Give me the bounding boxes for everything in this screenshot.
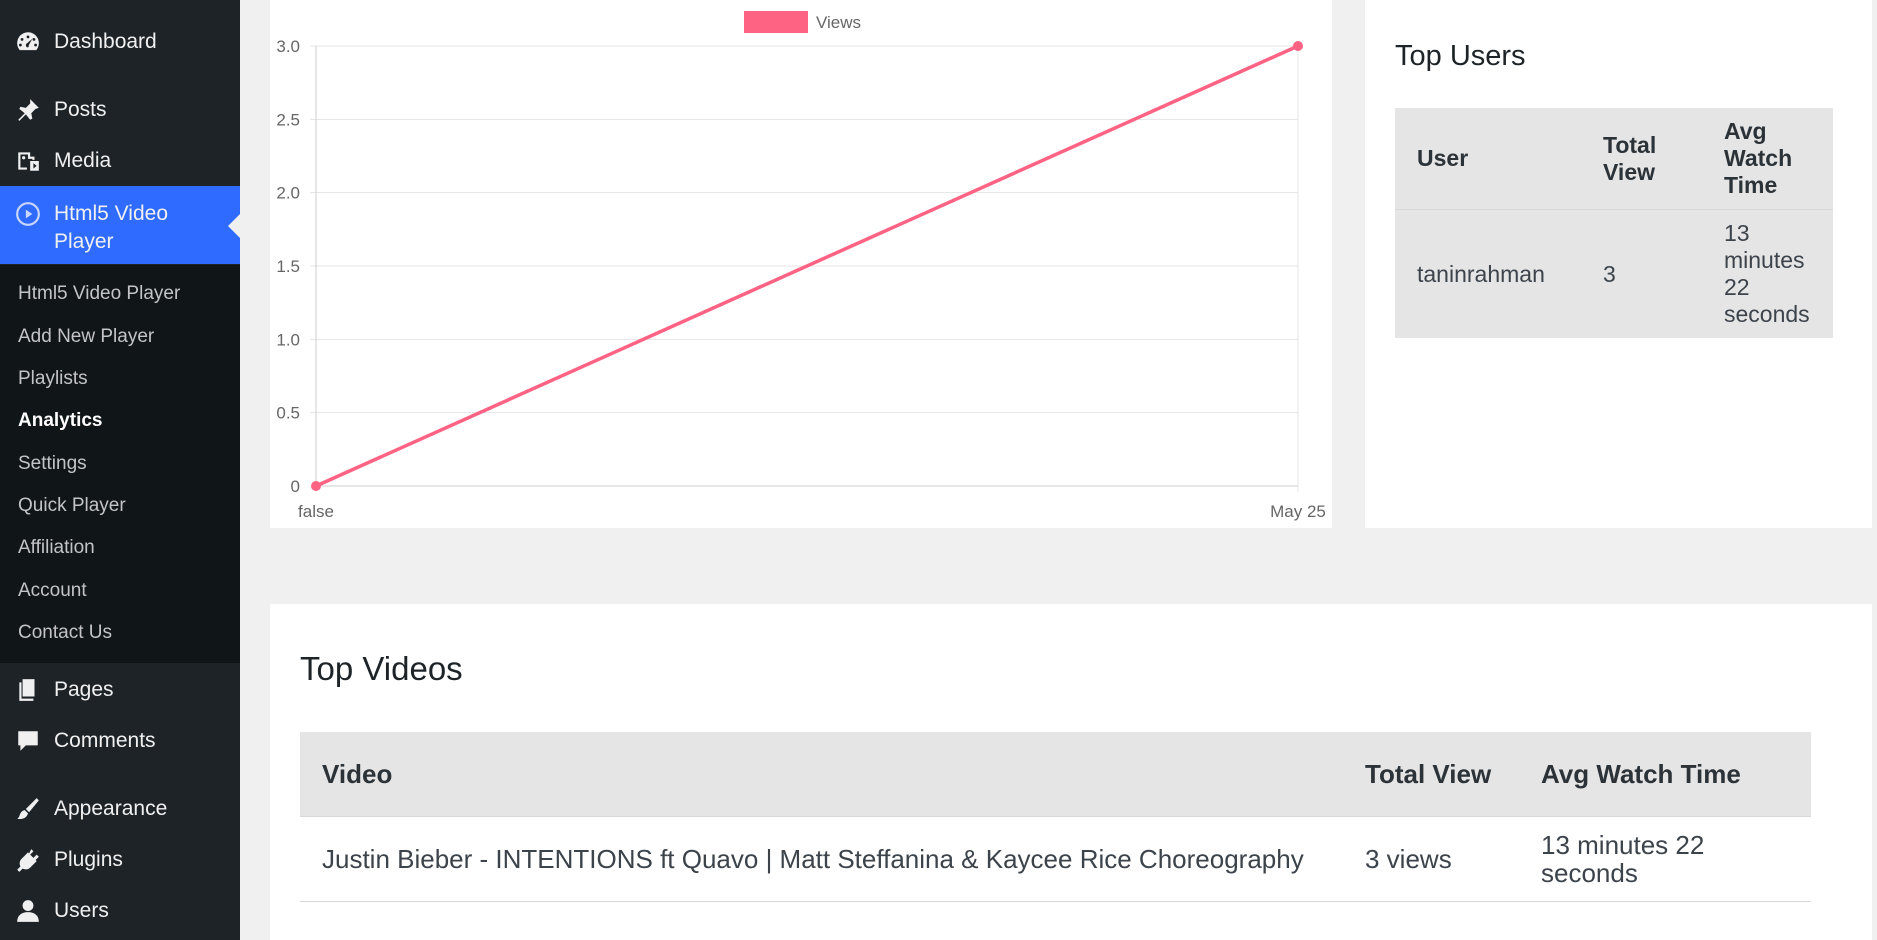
menu-label: Pages bbox=[54, 678, 114, 701]
views-chart-card: 0 0.5 1.0 1.5 2.0 2.5 3.0 false May 25 Views bbox=[270, 0, 1332, 528]
submenu-item-playlists[interactable]: Playlists bbox=[18, 368, 88, 390]
avg-watch-time-cell: 13 minutes 22 seconds bbox=[1519, 815, 1811, 902]
column-header-total-view: Total View bbox=[1581, 108, 1702, 210]
menu-label: Media bbox=[54, 149, 112, 172]
submenu-item-affiliation[interactable]: Affiliation bbox=[18, 537, 95, 559]
menu-item-users[interactable]: Users bbox=[0, 891, 240, 931]
user-cell: taninrahman bbox=[1395, 209, 1581, 338]
menu-item-plugins[interactable]: Plugins bbox=[0, 840, 240, 880]
legend-swatch bbox=[744, 11, 808, 33]
menu-label: Dashboard bbox=[54, 30, 157, 53]
total-view-cell: 3 views bbox=[1343, 815, 1519, 902]
current-menu-arrow bbox=[228, 214, 240, 238]
table-row: taninrahman 3 13 minutes 22 seconds bbox=[1395, 209, 1833, 338]
submenu-item-account[interactable]: Account bbox=[18, 580, 87, 602]
plug-icon bbox=[14, 846, 42, 874]
y-tick-label: 2.0 bbox=[276, 184, 300, 203]
top-videos-title: Top Videos bbox=[300, 650, 463, 687]
y-tick-label: 0.5 bbox=[276, 404, 300, 423]
table-header-row: User Total View Avg Watch Time bbox=[1395, 108, 1833, 210]
x-tick-label: May 25 bbox=[1270, 502, 1326, 521]
submenu: Html5 Video Player Add New Player Playli… bbox=[0, 265, 240, 663]
paintbrush-icon bbox=[14, 795, 42, 823]
comment-bubble-icon bbox=[14, 727, 42, 755]
views-line-chart: 0 0.5 1.0 1.5 2.0 2.5 3.0 false May 25 Views bbox=[276, 11, 1326, 521]
menu-label: Posts bbox=[54, 98, 107, 121]
dashboard-icon bbox=[14, 28, 42, 56]
menu-label: Html5 Video Player bbox=[54, 202, 169, 253]
menu-item-media[interactable]: Media bbox=[0, 141, 240, 181]
play-circle-icon bbox=[14, 200, 42, 228]
column-header-avg-watch-time: Avg Watch Time bbox=[1702, 108, 1833, 210]
pushpin-icon bbox=[14, 96, 42, 124]
menu-label: Comments bbox=[54, 729, 156, 752]
menu-item-comments[interactable]: Comments bbox=[0, 721, 240, 761]
submenu-item-add-new-player[interactable]: Add New Player bbox=[18, 326, 154, 348]
data-point bbox=[1293, 41, 1303, 51]
data-point bbox=[311, 481, 321, 491]
submenu-item-contact-us[interactable]: Contact Us bbox=[18, 622, 112, 644]
menu-item-html5-video-player[interactable]: Html5 Video Player bbox=[0, 186, 240, 264]
user-icon bbox=[14, 897, 42, 925]
menu-label: Plugins bbox=[54, 848, 123, 871]
y-tick-label: 3.0 bbox=[276, 37, 300, 56]
y-tick-label: 0 bbox=[291, 477, 300, 496]
top-users-table: User Total View Avg Watch Time taninrahm… bbox=[1395, 108, 1833, 338]
menu-item-dashboard[interactable]: Dashboard bbox=[0, 22, 240, 62]
menu-item-pages[interactable]: Pages bbox=[0, 670, 240, 710]
top-users-title: Top Users bbox=[1395, 40, 1526, 72]
column-header-video: Video bbox=[300, 732, 1343, 816]
column-header-total-view: Total View bbox=[1343, 732, 1519, 816]
legend-label: Views bbox=[816, 13, 861, 32]
table-header-row: Video Total View Avg Watch Time bbox=[300, 732, 1811, 816]
submenu-item-analytics[interactable]: Analytics bbox=[18, 410, 102, 432]
y-tick-label: 1.5 bbox=[276, 257, 300, 276]
menu-item-posts[interactable]: Posts bbox=[0, 90, 240, 130]
menu-item-appearance[interactable]: Appearance bbox=[0, 789, 240, 829]
top-videos-card: Top Videos Video Total View Avg Watch Ti… bbox=[270, 604, 1872, 940]
table-row: Justin Bieber - INTENTIONS ft Quavo | Ma… bbox=[300, 815, 1811, 902]
submenu-item-html5-video-player[interactable]: Html5 Video Player bbox=[18, 283, 180, 305]
menu-label: Appearance bbox=[54, 797, 168, 820]
total-view-cell: 3 bbox=[1581, 209, 1702, 338]
video-title-cell: Justin Bieber - INTENTIONS ft Quavo | Ma… bbox=[300, 815, 1343, 902]
media-icon bbox=[14, 147, 42, 175]
y-tick-label: 1.0 bbox=[276, 330, 300, 349]
column-header-user: User bbox=[1395, 108, 1581, 210]
column-header-avg-watch-time: Avg Watch Time bbox=[1519, 732, 1811, 816]
admin-sidebar: Dashboard Posts Media Html5 Video Player… bbox=[0, 0, 240, 940]
top-users-card: Top Users User Total View Avg Watch Time… bbox=[1365, 0, 1872, 528]
y-tick-label: 2.5 bbox=[276, 110, 300, 129]
submenu-item-settings[interactable]: Settings bbox=[18, 453, 87, 475]
avg-watch-time-cell: 13 minutes 22 seconds bbox=[1702, 209, 1833, 338]
submenu-item-quick-player[interactable]: Quick Player bbox=[18, 495, 126, 517]
pages-icon bbox=[14, 676, 42, 704]
menu-label: Users bbox=[54, 899, 109, 922]
top-videos-table: Video Total View Avg Watch Time Justin B… bbox=[300, 732, 1811, 902]
x-tick-label: false bbox=[298, 502, 334, 521]
